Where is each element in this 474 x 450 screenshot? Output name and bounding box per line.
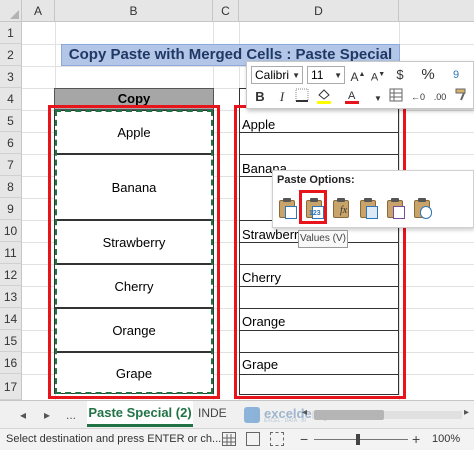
values-option-highlight — [299, 190, 327, 224]
page-layout-icon[interactable] — [246, 432, 260, 446]
column-header-d[interactable]: D — [239, 0, 399, 22]
row-header[interactable]: 16 — [0, 352, 22, 374]
dropdown-arrow-icon[interactable]: ▼ — [369, 88, 387, 106]
row-header[interactable]: 1 — [0, 22, 22, 44]
chevron-down-icon: ▼ — [292, 71, 300, 80]
tab-paste-special-2[interactable]: Paste Special (2) — [87, 401, 193, 427]
row-header[interactable]: 9 — [0, 198, 22, 220]
row-header[interactable]: 11 — [0, 242, 22, 264]
sheet-tab-bar: ◂ ▸ ... Paste Special (2) INDE exceldemy… — [0, 400, 474, 428]
scroll-thumb[interactable] — [314, 410, 384, 420]
tab-next-icon[interactable]: ▸ — [44, 408, 50, 422]
italic-button[interactable]: I — [273, 88, 291, 106]
format-painter-icon[interactable] — [453, 88, 471, 106]
font-name-box[interactable]: Calibri ▼ — [251, 66, 303, 84]
increase-decimal-icon[interactable]: ←0 — [409, 88, 427, 106]
column-header-a[interactable]: A — [22, 0, 55, 22]
zoom-in-button[interactable]: + — [412, 431, 420, 447]
font-color-icon[interactable]: A — [343, 88, 361, 106]
paste-formulas-icon[interactable]: fx — [331, 197, 353, 221]
mini-toolbar: Calibri ▼ 11 ▼ A▲ A▼ $ % 9 B I A ▼ ←0 .00 — [246, 61, 474, 109]
row-header[interactable]: 14 — [0, 308, 22, 330]
column-header-b[interactable]: B — [55, 0, 213, 22]
row-header[interactable]: 10 — [0, 220, 22, 242]
font-name-value: Calibri — [255, 68, 290, 82]
row-header[interactable]: 5 — [0, 110, 22, 132]
decrease-decimal-icon[interactable]: .00 — [431, 88, 449, 106]
paste-options-title: Paste Options: — [277, 174, 355, 186]
percent-button[interactable]: % — [419, 66, 437, 84]
normal-view-icon[interactable] — [222, 432, 236, 446]
increase-font-icon[interactable]: A▲ — [349, 66, 367, 84]
row-header[interactable]: 17 — [0, 374, 22, 400]
zoom-slider[interactable] — [314, 439, 408, 440]
scroll-left-icon[interactable]: ◂ — [302, 407, 307, 418]
tab-more-button[interactable]: ... — [66, 408, 76, 422]
page-break-icon[interactable] — [270, 432, 284, 446]
paste-link-icon[interactable] — [412, 197, 434, 221]
formula-badge: fx — [340, 205, 348, 216]
values-tooltip: Values (V) — [298, 230, 348, 248]
row-header[interactable]: 12 — [0, 264, 22, 286]
paste-formatting-icon[interactable] — [385, 197, 407, 221]
horizontal-scrollbar[interactable]: ◂ ▸ — [300, 407, 474, 421]
bold-button[interactable]: B — [251, 88, 269, 106]
row-header[interactable]: 15 — [0, 330, 22, 352]
font-size-box[interactable]: 11 ▼ — [307, 66, 345, 84]
comma-style-button[interactable]: 9 — [447, 66, 465, 84]
column-header-e[interactable] — [399, 0, 474, 22]
currency-button[interactable]: $ — [391, 66, 409, 84]
column-header-c[interactable]: C — [213, 0, 239, 22]
decrease-font-icon[interactable]: A▼ — [369, 66, 387, 84]
font-size-value: 11 — [311, 68, 324, 82]
paste-range-highlight — [234, 105, 406, 399]
row-header[interactable]: 4 — [0, 88, 22, 110]
row-header[interactable]: 7 — [0, 154, 22, 176]
tab-prev-icon[interactable]: ◂ — [20, 408, 26, 422]
row-header[interactable]: 8 — [0, 176, 22, 198]
scroll-right-icon[interactable]: ▸ — [464, 407, 469, 418]
paste-transpose-icon[interactable] — [358, 197, 380, 221]
copy-range-highlight — [48, 105, 220, 399]
zoom-slider-thumb[interactable] — [356, 434, 360, 445]
select-all-corner[interactable] — [0, 0, 22, 22]
exceldemy-logo-icon — [244, 407, 260, 423]
svg-text:A: A — [348, 90, 356, 102]
zoom-level[interactable]: 100% — [432, 433, 460, 445]
paste-icon[interactable] — [277, 197, 299, 221]
zoom-out-button[interactable]: − — [300, 431, 308, 447]
borders-icon[interactable] — [293, 88, 311, 106]
row-header[interactable]: 6 — [0, 132, 22, 154]
row-header[interactable]: 13 — [0, 286, 22, 308]
fill-color-icon[interactable] — [315, 88, 333, 106]
status-message: Select destination and press ENTER or ch… — [6, 433, 222, 445]
row-header[interactable]: 2 — [0, 44, 22, 66]
chevron-down-icon: ▼ — [334, 71, 342, 80]
format-table-icon[interactable] — [387, 88, 405, 106]
status-bar: Select destination and press ENTER or ch… — [0, 428, 474, 450]
row-header[interactable]: 3 — [0, 66, 22, 88]
tab-index[interactable]: INDE — [198, 406, 227, 420]
excel-window: A B C D 1 2 3 4 5 6 7 8 9 10 11 12 13 14 15 16 17 Copy P… — [0, 0, 474, 450]
